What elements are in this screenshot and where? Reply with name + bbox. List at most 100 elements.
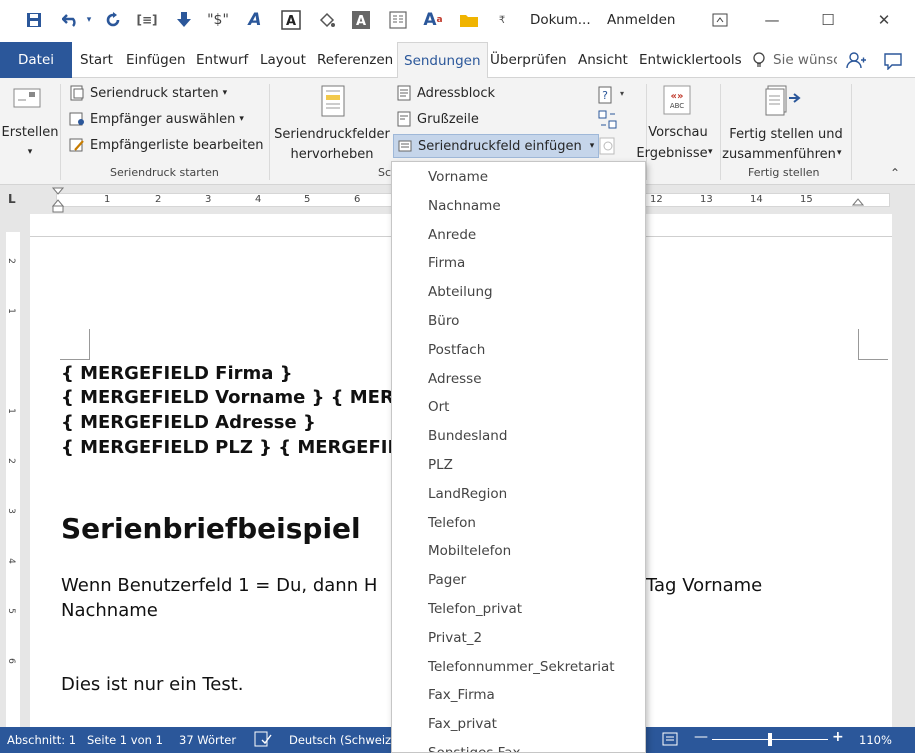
mergefield-line[interactable]: { MERGEFIELD Adresse } — [61, 412, 316, 433]
document-heading[interactable]: Serienbriefbeispiel — [61, 512, 361, 545]
edit-list-button[interactable]: Empfängerliste bearbeiten — [68, 137, 264, 153]
start-merge-button[interactable]: Seriendruck starten ▾ — [68, 85, 227, 101]
preview-label-1[interactable]: Vorschau — [640, 122, 716, 143]
svg-text:A: A — [356, 14, 366, 29]
tab-mailings[interactable]: Sendungen — [397, 42, 488, 79]
folder-icon[interactable] — [458, 9, 480, 31]
tell-me-input[interactable]: Sie wünsc — [773, 42, 837, 78]
update-labels-icon[interactable] — [598, 136, 618, 160]
share-user-icon[interactable] — [846, 51, 866, 73]
text-effects-icon[interactable]: A — [244, 9, 266, 31]
customize-qat-icon[interactable]: ₹ — [496, 9, 508, 31]
highlight-fields-label-1[interactable]: Seriendruckfelder — [274, 124, 390, 145]
finish-label-1[interactable]: Fertig stellen und — [724, 124, 848, 145]
match-fields-icon[interactable] — [598, 110, 618, 134]
ribbon-display-icon[interactable] — [708, 9, 732, 31]
merge-field-item[interactable]: Telefon — [392, 509, 645, 538]
merge-field-item[interactable]: Bundesland — [392, 422, 645, 451]
fill-color-icon[interactable] — [316, 9, 338, 31]
tab-stop-icon[interactable]: L — [8, 192, 16, 206]
mergefield-line[interactable]: { MERGEFIELD PLZ } { MERGEFIELD — [61, 437, 426, 458]
tab-file[interactable]: Datei — [0, 42, 72, 78]
font-size-icon[interactable]: Aa — [421, 9, 445, 31]
tab-developer[interactable]: Entwicklertools — [639, 42, 742, 78]
merge-field-item[interactable]: Adresse — [392, 365, 645, 394]
word-count[interactable]: 37 Wörter — [179, 733, 236, 747]
create-dropdown-icon[interactable]: ▾ — [20, 142, 40, 163]
merge-field-item[interactable]: Nachname — [392, 192, 645, 221]
merge-field-item[interactable]: Sonstiges Fax — [392, 739, 645, 752]
merge-field-item[interactable]: Abteilung — [392, 278, 645, 307]
merge-field-item[interactable]: Postfach — [392, 336, 645, 365]
merge-field-item[interactable]: Privat_2 — [392, 624, 645, 653]
vertical-scrollbar[interactable] — [892, 214, 915, 727]
arrow-down-icon[interactable] — [174, 9, 194, 31]
repeat-icon[interactable] — [102, 9, 124, 31]
tab-view[interactable]: Ansicht — [578, 42, 628, 78]
proofing-icon[interactable] — [254, 731, 272, 750]
vruler-tick: 1 — [5, 408, 16, 414]
merge-field-item[interactable]: Anrede — [392, 221, 645, 250]
paragraph-text[interactable]: Wenn Benutzerfeld 1 = Du, dann H — [61, 575, 377, 596]
right-indent-icon[interactable] — [851, 195, 865, 211]
zoom-slider-thumb[interactable] — [768, 733, 772, 746]
merge-field-item[interactable]: LandRegion — [392, 480, 645, 509]
vertical-ruler-bar[interactable] — [6, 232, 20, 727]
tab-start[interactable]: Start — [80, 42, 113, 78]
tab-design[interactable]: Entwurf — [196, 42, 248, 78]
merge-field-item[interactable]: Firma — [392, 249, 645, 278]
zoom-level[interactable]: 110% — [859, 733, 892, 747]
select-recipients-button[interactable]: Empfänger auswählen ▾ — [68, 111, 244, 127]
merge-field-item[interactable]: Fax_Firma — [392, 681, 645, 710]
tab-insert[interactable]: Einfügen — [126, 42, 186, 78]
create-button[interactable]: Erstellen — [0, 122, 60, 143]
tab-references[interactable]: Referenzen — [317, 42, 393, 78]
merge-field-item[interactable]: Pager — [392, 566, 645, 595]
read-mode-icon[interactable] — [662, 731, 680, 750]
address-block-button[interactable]: Adressblock — [395, 85, 495, 101]
paragraph-text[interactable]: Tag Vorname — [646, 575, 762, 596]
finish-label-2[interactable]: zusammenführen — [720, 144, 838, 165]
ruler-tick: 13 — [700, 194, 713, 205]
minimize-button[interactable]: — — [760, 9, 784, 31]
merge-field-item[interactable]: Büro — [392, 307, 645, 336]
highlight-fields-label-2[interactable]: hervorheben — [274, 144, 390, 165]
section-indicator[interactable]: Abschnitt: 1 — [7, 733, 76, 747]
save-icon[interactable] — [24, 9, 44, 31]
tab-review[interactable]: Überprüfen — [490, 42, 567, 78]
collapse-ribbon-icon[interactable]: ⌃ — [890, 166, 900, 180]
merge-field-item[interactable]: Telefonnummer_Sekretariat — [392, 653, 645, 682]
text-box-icon[interactable]: A — [280, 9, 302, 31]
chevron-down-icon[interactable]: ▾ — [708, 147, 713, 157]
tab-layout[interactable]: Layout — [260, 42, 306, 78]
dollar-field-icon[interactable]: "$" — [206, 9, 230, 31]
undo-icon[interactable] — [60, 9, 82, 31]
merge-field-item[interactable]: Fax_privat — [392, 710, 645, 739]
zoom-out-button[interactable]: — — [694, 729, 708, 745]
merge-field-item[interactable]: Vorname — [392, 163, 645, 192]
signin-link[interactable]: Anmelden — [607, 9, 679, 31]
greeting-line-button[interactable]: Grußzeile — [395, 111, 479, 127]
language-indicator[interactable]: Deutsch (Schweiz) — [289, 733, 396, 747]
document-merge-icon — [68, 85, 86, 101]
rules-icon[interactable]: ? ▾ — [598, 86, 626, 108]
paragraph-text[interactable]: Nachname — [61, 600, 158, 621]
close-button[interactable]: ✕ — [872, 9, 896, 31]
page-indicator[interactable]: Seite 1 von 1 — [87, 733, 163, 747]
columns-icon[interactable] — [387, 9, 409, 31]
zoom-in-button[interactable]: + — [832, 729, 844, 745]
mergefield-line[interactable]: { MERGEFIELD Firma } — [61, 363, 293, 384]
merge-field-item[interactable]: Mobiltelefon — [392, 537, 645, 566]
merge-field-item[interactable]: Telefon_privat — [392, 595, 645, 624]
comment-icon[interactable] — [883, 52, 903, 74]
highlight-box-icon[interactable]: A — [350, 9, 372, 31]
undo-dropdown-icon[interactable]: ▾ — [84, 9, 94, 31]
field-codes-icon[interactable]: [‎≡] — [136, 9, 157, 31]
preview-label-2[interactable]: Ergebnisse — [636, 143, 708, 164]
maximize-button[interactable]: ☐ — [816, 9, 840, 31]
merge-field-item[interactable]: PLZ — [392, 451, 645, 480]
merge-field-item[interactable]: Ort — [392, 393, 645, 422]
chevron-down-icon[interactable]: ▾ — [837, 148, 842, 158]
paragraph-text[interactable]: Dies ist nur ein Test. — [61, 674, 244, 695]
insert-merge-field-button[interactable]: Seriendruckfeld einfügen ▾ — [393, 134, 600, 158]
